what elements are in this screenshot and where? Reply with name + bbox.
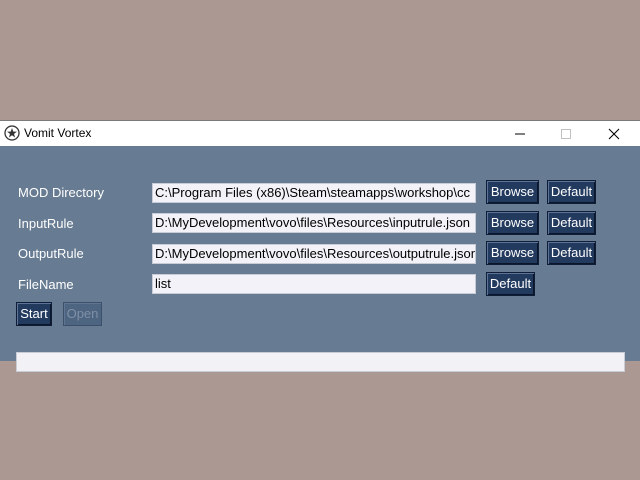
title-bar[interactable]: Vomit Vortex [0,120,640,146]
status-bar [16,352,625,372]
input-rule-field[interactable]: D:\MyDevelopment\vovo\files\Resources\in… [152,213,476,233]
window-title: Vomit Vortex [24,126,92,140]
mod-directory-label: MOD Directory [18,185,104,200]
mod-directory-browse-button[interactable]: Browse [486,180,539,204]
output-rule-field[interactable]: D:\MyDevelopment\vovo\files\Resources\ou… [152,244,476,264]
start-button[interactable]: Start [16,302,52,326]
maximize-icon [561,129,571,139]
close-button[interactable] [591,121,637,146]
file-name-default-button[interactable]: Default [486,272,535,296]
open-button[interactable]: Open [63,302,102,326]
output-rule-default-button[interactable]: Default [547,241,596,265]
minimize-button[interactable] [497,121,543,146]
main-panel: MOD Directory C:\Program Files (x86)\Ste… [0,146,640,372]
output-rule-label: OutputRule [18,246,84,261]
input-rule-browse-button[interactable]: Browse [486,211,539,235]
input-rule-default-button[interactable]: Default [547,211,596,235]
file-name-field[interactable]: list [152,274,476,294]
maximize-button[interactable] [543,121,589,146]
output-rule-browse-button[interactable]: Browse [486,241,539,265]
input-rule-label: InputRule [18,216,74,231]
app-window: Vomit Vortex MOD Directory C:\Program Fi… [0,120,640,372]
minimize-icon [515,133,525,135]
close-icon [608,128,620,140]
star-app-icon [4,125,20,141]
mod-directory-field[interactable]: C:\Program Files (x86)\Steam\steamapps\w… [152,183,476,203]
file-name-label: FileName [18,277,74,292]
mod-directory-default-button[interactable]: Default [547,180,596,204]
